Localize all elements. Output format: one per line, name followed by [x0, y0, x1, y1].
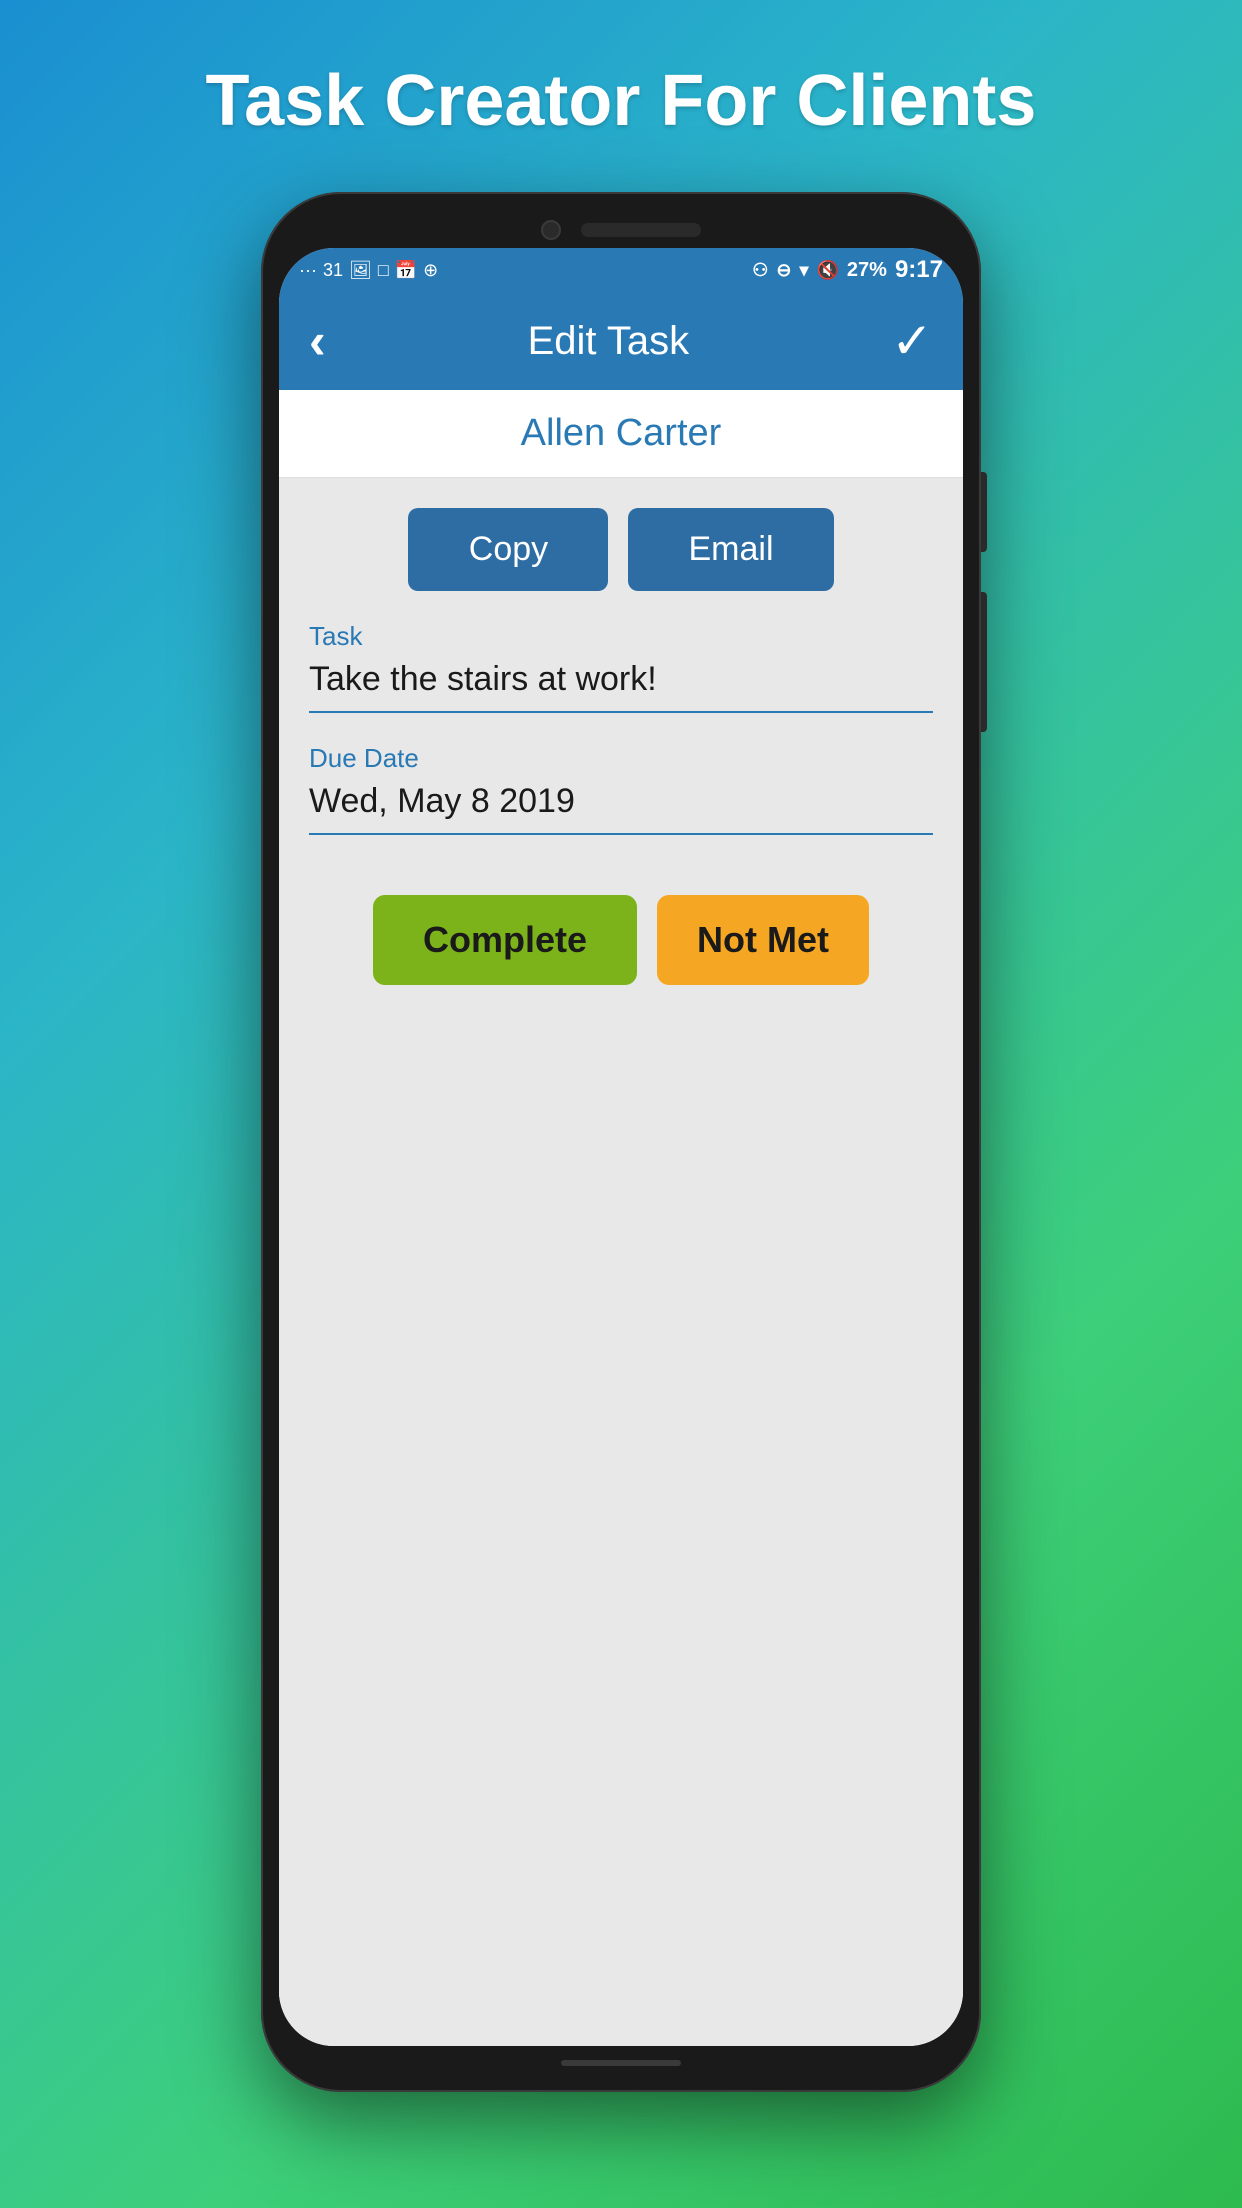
empty-content	[279, 1015, 963, 2046]
task-label: Task	[309, 621, 933, 652]
status-time: 9:17	[895, 256, 943, 284]
complete-button[interactable]: Complete	[373, 895, 637, 985]
front-camera	[541, 220, 561, 240]
client-name-section: Allen Carter	[279, 390, 963, 478]
copy-button[interactable]: Copy	[408, 508, 608, 591]
app-title: Task Creator For Clients	[206, 60, 1037, 142]
email-button[interactable]: Email	[628, 508, 833, 591]
status-bar-left: ··· 31 🖼 □ 📅 ⊕	[299, 260, 438, 281]
calendar2-icon: 📅	[395, 260, 417, 281]
nav-title: Edit Task	[528, 319, 690, 364]
phone-bottom	[279, 2046, 963, 2074]
dnd-icon: ⊖	[776, 260, 791, 281]
back-button[interactable]: ‹	[309, 316, 326, 366]
square-icon: □	[378, 260, 389, 281]
image-status-icon: 🖼	[349, 260, 372, 281]
battery-percent: 27%	[847, 259, 887, 282]
status-bar: ··· 31 🖼 □ 📅 ⊕ ⚇ ⊖ ▾ 🔇 27% 9:17	[279, 248, 963, 292]
notification-icon: ···	[299, 260, 317, 281]
bluetooth-icon: ⚇	[752, 260, 768, 281]
due-date-label: Due Date	[309, 743, 933, 774]
content-area: Allen Carter Copy Email Task Take the st…	[279, 390, 963, 2046]
phone-top-hardware	[279, 210, 963, 248]
wifi-icon: ▾	[799, 260, 808, 281]
save-button[interactable]: ✓	[891, 312, 933, 370]
earpiece-speaker	[581, 223, 701, 237]
task-field-group: Task Take the stairs at work!	[309, 621, 933, 713]
status-bar-right: ⚇ ⊖ ▾ 🔇 27% 9:17	[752, 256, 943, 284]
client-name: Allen Carter	[521, 412, 722, 454]
due-date-value[interactable]: Wed, May 8 2019	[309, 782, 933, 835]
globe-icon: ⊕	[423, 260, 438, 281]
due-date-field-group: Due Date Wed, May 8 2019	[309, 743, 933, 835]
action-buttons: Copy Email	[279, 478, 963, 611]
not-met-button[interactable]: Not Met	[657, 895, 869, 985]
task-field-section: Task Take the stairs at work! Due Date W…	[279, 611, 963, 865]
volume-button	[981, 592, 987, 732]
silent-icon: 🔇	[817, 260, 839, 281]
power-button	[981, 472, 987, 552]
calendar-status-icon: 31	[323, 260, 343, 281]
phone-device: ··· 31 🖼 □ 📅 ⊕ ⚇ ⊖ ▾ 🔇 27% 9:17 ‹ Edit T…	[261, 192, 981, 2092]
home-indicator	[561, 2060, 681, 2066]
nav-bar: ‹ Edit Task ✓	[279, 292, 963, 390]
phone-screen: ··· 31 🖼 □ 📅 ⊕ ⚇ ⊖ ▾ 🔇 27% 9:17 ‹ Edit T…	[279, 248, 963, 2046]
status-buttons: Complete Not Met	[279, 865, 963, 1015]
task-value[interactable]: Take the stairs at work!	[309, 660, 933, 713]
